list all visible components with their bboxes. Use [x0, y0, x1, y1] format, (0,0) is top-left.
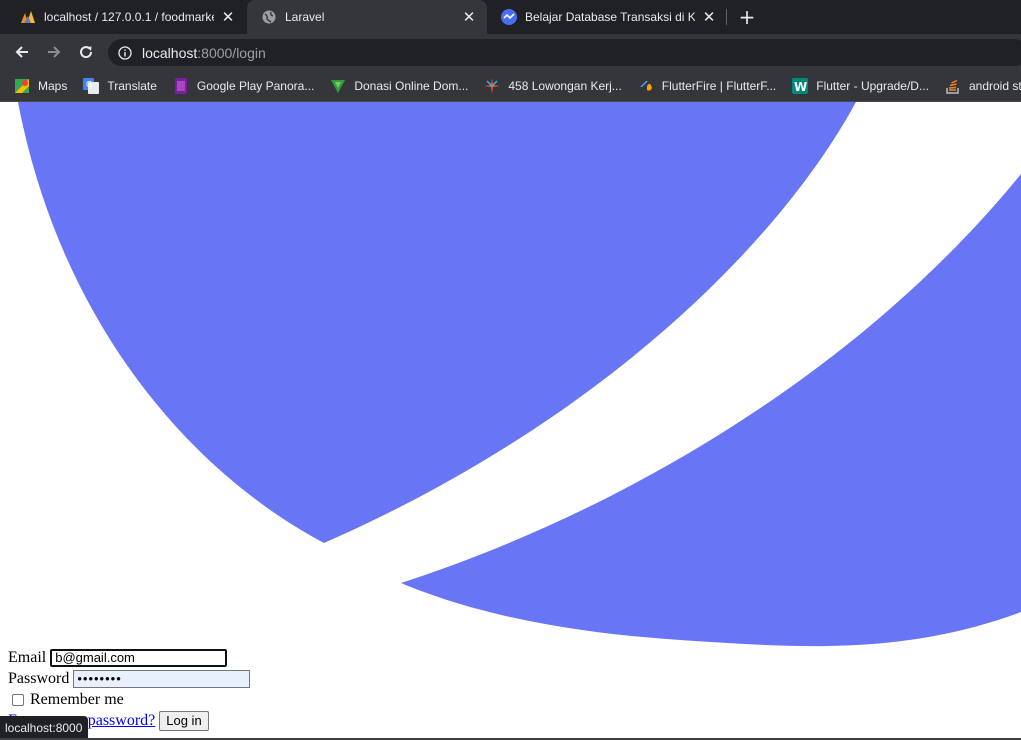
info-icon[interactable] — [118, 45, 132, 60]
tab-title: Belajar Database Transaksi di Kel — [525, 10, 695, 24]
bookmark-flutterfire[interactable]: FlutterFire | FlutterF... — [638, 74, 776, 98]
page-content: Email Password Remember me Forgot your p… — [0, 102, 1021, 740]
tab-title: localhost / 127.0.0.1 / foodmarke — [44, 10, 214, 24]
login-button[interactable]: Log in — [159, 710, 209, 731]
status-bubble: localhost:8000 — [0, 716, 89, 740]
svg-text:G: G — [86, 80, 92, 89]
bookmark-label: Donasi Online Dom... — [354, 78, 469, 93]
reload-button[interactable] — [72, 38, 100, 66]
back-button[interactable] — [8, 38, 36, 66]
bookmark-maps[interactable]: Maps — [14, 74, 67, 98]
password-field[interactable] — [73, 669, 251, 688]
remember-row: Remember me — [8, 689, 250, 710]
tab-divider — [726, 9, 727, 25]
bookmark-label: android stuc — [968, 78, 1021, 93]
star-burst-icon — [484, 77, 501, 94]
close-icon[interactable]: ✕ — [220, 9, 236, 26]
password-label: Password — [8, 669, 70, 687]
translate-icon: G — [83, 77, 100, 94]
globe-icon — [261, 9, 277, 25]
bookmarks-bar: Maps G Translate Google Play Panora... D… — [0, 70, 1021, 102]
browser-toolbar: localhost:8000/login — [0, 34, 1021, 70]
bookmark-label: Translate — [107, 78, 157, 93]
close-icon[interactable]: ✕ — [461, 9, 477, 26]
forward-arrow-icon — [48, 46, 61, 58]
tab-belajar[interactable]: Belajar Database Transaksi di Kel ✕ — [487, 0, 727, 34]
bookmark-lowongan[interactable]: 458 Lowongan Kerj... — [484, 74, 622, 98]
email-row: Email — [8, 647, 250, 668]
tab-title: Laravel — [285, 10, 325, 24]
bookmark-label: Google Play Panora... — [196, 78, 315, 93]
forward-button[interactable] — [40, 38, 68, 66]
bookmark-flutter-upgrade[interactable]: W Flutter - Upgrade/D... — [792, 74, 929, 98]
remember-checkbox[interactable] — [12, 693, 24, 706]
bookmark-donasi[interactable]: Donasi Online Dom... — [330, 74, 468, 98]
url-host: localhost — [142, 44, 198, 61]
tab-laravel[interactable]: Laravel ✕ — [247, 0, 487, 34]
url-text: localhost:8000/login — [142, 45, 266, 61]
bookmark-label: FlutterFire | FlutterF... — [661, 78, 777, 93]
bookmark-android[interactable]: android stuc — [945, 74, 1021, 98]
bookmark-translate[interactable]: G Translate — [83, 74, 157, 98]
google-play-icon — [173, 77, 189, 94]
site-icon — [501, 9, 517, 25]
bookmark-label: Maps — [38, 78, 68, 93]
stackoverflow-icon — [945, 78, 961, 94]
hover-url: localhost:8000 — [5, 721, 83, 735]
email-field[interactable] — [50, 648, 228, 667]
tab-strip: localhost / 127.0.0.1 / foodmarke ✕ Lara… — [0, 0, 1021, 34]
flutterfire-icon — [638, 78, 654, 94]
back-arrow-icon — [15, 46, 28, 58]
donasi-icon — [330, 78, 346, 94]
password-row: Password — [8, 668, 251, 689]
close-icon[interactable]: ✕ — [701, 9, 717, 26]
tab-phpmyadmin[interactable]: localhost / 127.0.0.1 / foodmarke ✕ — [6, 0, 246, 34]
laravel-logo-icon — [18, 102, 1021, 647]
address-bar[interactable]: localhost:8000/login — [108, 39, 1021, 66]
bookmark-label: Flutter - Upgrade/D... — [816, 78, 929, 93]
remember-label: Remember me — [30, 690, 124, 708]
bookmark-google-play[interactable]: Google Play Panora... — [173, 74, 314, 98]
svg-text:W: W — [794, 80, 807, 94]
w-icon: W — [792, 77, 809, 94]
bookmark-label: 458 Lowongan Kerj... — [508, 78, 622, 93]
new-tab-button[interactable]: + — [736, 5, 758, 29]
maps-icon — [14, 78, 30, 94]
reload-icon — [80, 46, 93, 59]
url-path: :8000/login — [197, 44, 266, 61]
phpmyadmin-icon — [20, 9, 36, 25]
email-label: Email — [8, 648, 47, 666]
